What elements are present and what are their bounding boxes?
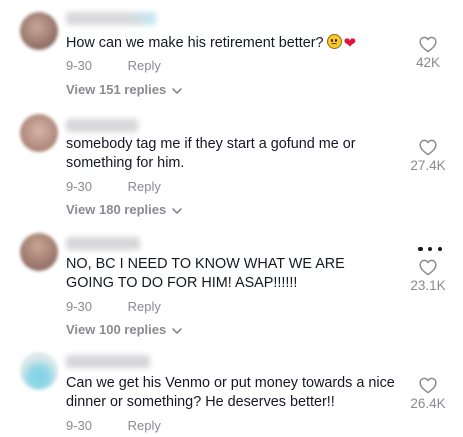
view-replies-label: View 180 replies [66, 202, 167, 217]
username-blurred[interactable] [66, 355, 150, 368]
red-heart-emoji: ❤ [343, 35, 357, 52]
like-button[interactable]: 42K [403, 36, 453, 70]
reply-button[interactable]: Reply [128, 418, 161, 433]
comment-date: 9-30 [66, 58, 93, 73]
like-button[interactable]: 26.4K [403, 377, 453, 411]
chevron-down-icon [172, 202, 183, 217]
view-replies-label: View 151 replies [66, 82, 167, 97]
like-count: 42K [415, 55, 441, 70]
more-dots-icon[interactable] [418, 245, 442, 253]
like-count: 27.4K [410, 158, 446, 173]
comment-date: 9-30 [66, 299, 93, 314]
heart-outline-icon [419, 36, 437, 53]
heart-outline-icon [419, 139, 437, 156]
comment-meta: 9-30 Reply [66, 179, 161, 194]
username-blurred[interactable] [66, 237, 140, 250]
worried-face-emoji [326, 34, 342, 49]
avatar[interactable] [20, 114, 58, 152]
view-replies-button[interactable]: View 180 replies [66, 202, 183, 217]
comment-meta: 9-30 Reply [66, 58, 161, 73]
view-replies-label: View 100 replies [66, 322, 167, 337]
username-blurred[interactable] [66, 119, 138, 132]
comment-text: somebody tag me if they start a gofund m… [66, 136, 356, 171]
heart-outline-icon [419, 259, 437, 276]
like-count: 26.4K [410, 396, 446, 411]
chevron-down-icon [172, 322, 183, 337]
like-button[interactable]: 27.4K [403, 139, 453, 173]
comment-date: 9-30 [66, 418, 93, 433]
comment-meta: 9-30 Reply [66, 299, 161, 314]
reply-button[interactable]: Reply [128, 58, 161, 73]
view-replies-button[interactable]: View 100 replies [66, 322, 183, 337]
like-count: 23.1K [410, 278, 446, 293]
view-replies-button[interactable]: View 151 replies [66, 82, 183, 97]
avatar[interactable] [20, 352, 58, 390]
avatar[interactable] [20, 12, 58, 50]
like-button[interactable]: 23.1K [403, 259, 453, 293]
comment-text-content: How can we make his retirement better? [66, 35, 324, 51]
avatar[interactable] [20, 233, 58, 271]
comment-text: NO, BC I NEED TO KNOW WHAT WE ARE GOING … [66, 256, 345, 291]
heart-outline-icon [419, 377, 437, 394]
username-blurred[interactable] [66, 12, 156, 25]
comment-text: Can we get his Venmo or put money toward… [66, 375, 395, 410]
comment-date: 9-30 [66, 179, 93, 194]
comment-meta: 9-30 Reply [66, 418, 161, 433]
reply-button[interactable]: Reply [128, 179, 161, 194]
comment-text: How can we make his retirement better? ❤ [66, 34, 396, 53]
chevron-down-icon [172, 82, 183, 97]
reply-button[interactable]: Reply [128, 299, 161, 314]
